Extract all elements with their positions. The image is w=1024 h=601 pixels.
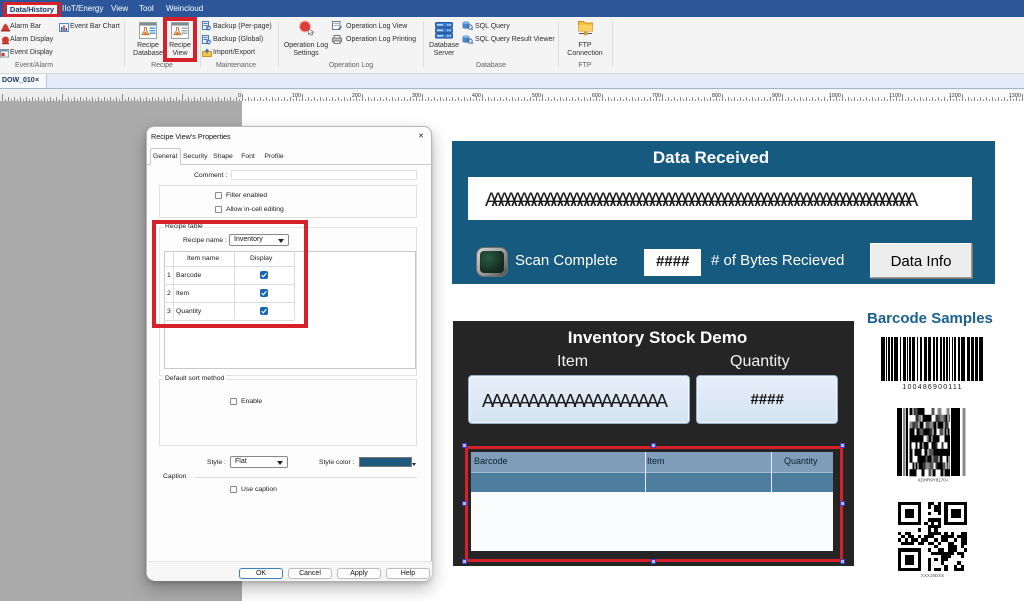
svg-text:100486900111: 100486900111	[902, 384, 962, 390]
svg-text:1000: 1000	[829, 93, 841, 99]
svg-text:0: 0	[238, 93, 241, 99]
svg-text:500: 500	[532, 93, 541, 99]
svg-text:100: 100	[292, 93, 301, 99]
svg-text:400: 400	[472, 93, 481, 99]
svg-text:900: 900	[772, 93, 781, 99]
svg-text:XDHR9Y8170-I: XDHR9Y8170-I	[917, 478, 948, 483]
svg-text:600: 600	[592, 93, 601, 99]
svg-text:300: 300	[412, 93, 421, 99]
svg-text:XXX19DXX: XXX19DXX	[921, 573, 944, 578]
svg-text:1200: 1200	[949, 93, 961, 99]
svg-text:800: 800	[712, 93, 721, 99]
svg-text:1100: 1100	[889, 93, 901, 99]
svg-text:1300: 1300	[1009, 93, 1021, 99]
svg-text:700: 700	[652, 93, 661, 99]
svg-text:200: 200	[352, 93, 361, 99]
